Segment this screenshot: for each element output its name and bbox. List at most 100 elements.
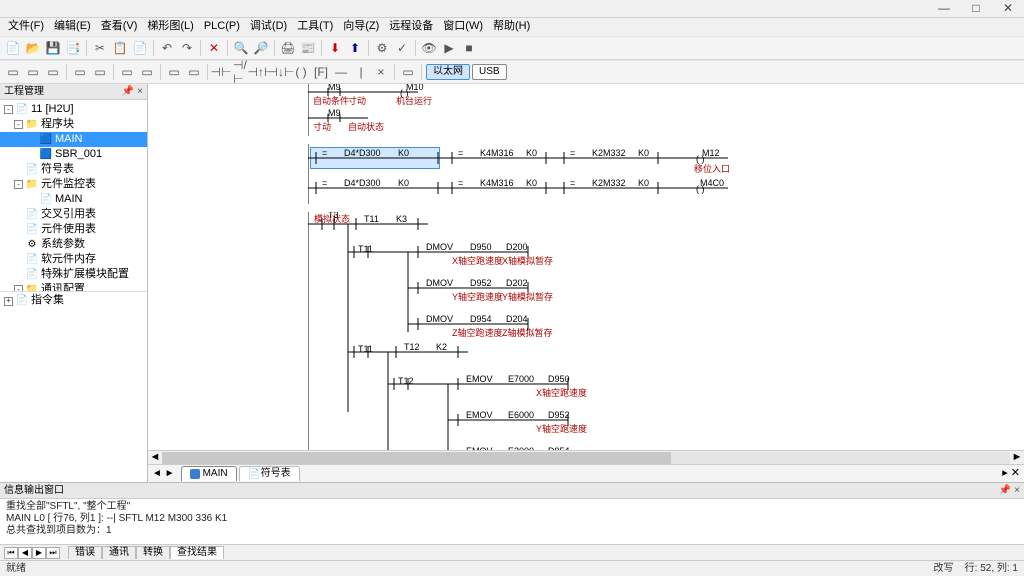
tb2-8[interactable]: ▭ xyxy=(165,63,183,81)
vline-icon[interactable]: | xyxy=(352,63,370,81)
menu-edit[interactable]: 编辑(E) xyxy=(50,19,95,34)
output-pin-icon[interactable]: 📌 xyxy=(999,485,1011,496)
coil-icon[interactable]: ( ) xyxy=(292,63,310,81)
func-icon[interactable]: [F] xyxy=(312,63,330,81)
copy-icon[interactable]: 📋 xyxy=(111,39,129,57)
tree-node[interactable]: 📄特殊扩展模块配置 xyxy=(0,267,147,282)
menu-window[interactable]: 窗口(W) xyxy=(439,19,487,34)
tree-node[interactable]: 📄符号表 xyxy=(0,162,147,177)
tree-node[interactable]: -📁程序块 xyxy=(0,117,147,132)
svg-text:=: = xyxy=(322,148,327,158)
del-icon[interactable]: × xyxy=(372,63,390,81)
tree-node[interactable]: 📄元件使用表 xyxy=(0,222,147,237)
saveall-icon[interactable]: 📑 xyxy=(64,39,82,57)
output-body[interactable]: 重找全部"SFTL", "整个工程"MAIN L0 [ 行76, 列1 ]: -… xyxy=(0,499,1024,544)
undo-icon[interactable]: ↶ xyxy=(158,39,176,57)
tree-node[interactable]: -📁通讯配置 xyxy=(0,282,147,291)
output-panel-header: 信息输出窗口 📌 × xyxy=(0,483,1024,499)
conn-ethernet[interactable]: 以太网 xyxy=(426,64,470,80)
menu-plc[interactable]: PLC(P) xyxy=(200,19,244,34)
tb2-1[interactable]: ▭ xyxy=(4,63,22,81)
project-tree[interactable]: -📄11 [H2U]-📁程序块🟦MAIN🟦SBR_001📄符号表-📁元件监控表📄… xyxy=(0,100,147,291)
menu-view[interactable]: 查看(V) xyxy=(97,19,142,34)
max-button[interactable]: □ xyxy=(964,2,988,16)
zoom-icon[interactable]: 🔎 xyxy=(252,39,270,57)
menu-help[interactable]: 帮助(H) xyxy=(489,19,534,34)
tb2-4[interactable]: ▭ xyxy=(71,63,89,81)
instruction-tree[interactable]: +📄指令集 xyxy=(0,291,147,483)
upload-icon[interactable]: ⬆ xyxy=(346,39,364,57)
menu-file[interactable]: 文件(F) xyxy=(4,19,48,34)
output-tab-find[interactable]: 查找结果 xyxy=(170,546,224,559)
horizontal-scrollbar[interactable]: ◄ ► xyxy=(148,450,1024,464)
monitor-icon[interactable]: 👁 xyxy=(420,39,438,57)
menu-ladder[interactable]: 梯形图(L) xyxy=(143,19,197,34)
menu-debug[interactable]: 调试(D) xyxy=(246,19,291,34)
output-tab-comm[interactable]: 通讯 xyxy=(102,546,136,559)
output-nav-controls[interactable]: ⏮◀▶⏭ xyxy=(4,547,60,559)
compile-icon[interactable]: ⚙ xyxy=(373,39,391,57)
tab-close-icon[interactable]: ▸ ✕ xyxy=(1002,467,1020,480)
print-icon[interactable]: 🖨 xyxy=(279,39,297,57)
download-icon[interactable]: ⬇ xyxy=(326,39,344,57)
tree-node[interactable]: -📁元件监控表 xyxy=(0,177,147,192)
tree-node[interactable]: ⚙系统参数 xyxy=(0,237,147,252)
tb2-6[interactable]: ▭ xyxy=(118,63,136,81)
min-button[interactable]: — xyxy=(932,2,956,16)
cut-icon[interactable]: ✂ xyxy=(91,39,109,57)
close-button[interactable]: ✕ xyxy=(996,2,1020,16)
preview-icon[interactable]: 📰 xyxy=(299,39,317,57)
contact-n-icon[interactable]: ⊣↓⊢ xyxy=(272,63,290,81)
save-icon[interactable]: 💾 xyxy=(44,39,62,57)
svg-text:D950: D950 xyxy=(548,374,570,384)
tb2-9[interactable]: ▭ xyxy=(185,63,203,81)
menu-tools[interactable]: 工具(T) xyxy=(293,19,337,34)
svg-text:移位入口: 移位入口 xyxy=(694,163,730,174)
lbl-m9: M9 xyxy=(328,84,341,92)
lbl-auto-cond: 自动条件 xyxy=(313,95,349,106)
lbl-m9b: M9 xyxy=(328,108,341,118)
stop-icon[interactable]: ■ xyxy=(460,39,478,57)
editor-tabs: ◄ ► MAIN 📄符号表 ▸ ✕ xyxy=(148,464,1024,482)
output-tab-convert[interactable]: 转换 xyxy=(136,546,170,559)
output-tab-error[interactable]: 错误 xyxy=(68,546,102,559)
run-icon[interactable]: ▶ xyxy=(440,39,458,57)
tree-node[interactable]: 🟦SBR_001 xyxy=(0,147,147,162)
pin-icon[interactable]: 📌 xyxy=(122,86,134,97)
conn-usb[interactable]: USB xyxy=(472,64,507,80)
tree-node[interactable]: 🟦MAIN xyxy=(0,132,147,147)
tab-main[interactable]: MAIN xyxy=(181,466,237,481)
open-icon[interactable]: 📂 xyxy=(24,39,42,57)
menu-remote[interactable]: 远程设备 xyxy=(385,19,437,34)
svg-text:EMOV: EMOV xyxy=(466,374,493,384)
contact-no-icon[interactable]: ⊣⊢ xyxy=(212,63,230,81)
svg-text:K2: K2 xyxy=(436,342,447,352)
delete-icon[interactable]: ✕ xyxy=(205,39,223,57)
tree-node[interactable]: 📄交叉引用表 xyxy=(0,207,147,222)
extra-icon[interactable]: ▭ xyxy=(399,63,417,81)
svg-text:D952: D952 xyxy=(548,410,570,420)
tb2-2[interactable]: ▭ xyxy=(24,63,42,81)
tb2-5[interactable]: ▭ xyxy=(91,63,109,81)
new-icon[interactable]: 📄 xyxy=(4,39,22,57)
toolbar-primary: 📄 📂 💾 📑 ✂ 📋 📄 ↶ ↷ ✕ 🔍 🔎 🖨 📰 ⬇ ⬆ ⚙ ✓ 👁 ▶ … xyxy=(0,36,1024,60)
find-icon[interactable]: 🔍 xyxy=(232,39,250,57)
panel-close-icon[interactable]: × xyxy=(137,86,143,97)
tree-node[interactable]: +📄指令集 xyxy=(0,294,147,309)
tree-node[interactable]: 📄软元件内存 xyxy=(0,252,147,267)
tb2-3[interactable]: ▭ xyxy=(44,63,62,81)
tree-node[interactable]: -📄11 [H2U] xyxy=(0,102,147,117)
project-panel-title: 工程管理 xyxy=(4,86,44,98)
hline-icon[interactable]: — xyxy=(332,63,350,81)
tab-symbol[interactable]: 📄符号表 xyxy=(239,466,300,481)
menu-wizard[interactable]: 向导(Z) xyxy=(339,19,383,34)
redo-icon[interactable]: ↷ xyxy=(178,39,196,57)
ladder-canvas[interactable]: M9 M10 ( ) 自动条件 寸动 机台运行 M9 寸动 自动状态 =D4*D… xyxy=(148,84,1024,450)
verify-icon[interactable]: ✓ xyxy=(393,39,411,57)
tree-node[interactable]: 📄MAIN xyxy=(0,192,147,207)
paste-icon[interactable]: 📄 xyxy=(131,39,149,57)
output-close-icon[interactable]: × xyxy=(1014,485,1020,496)
editor-area: M9 M10 ( ) 自动条件 寸动 机台运行 M9 寸动 自动状态 =D4*D… xyxy=(148,84,1024,482)
tb2-7[interactable]: ▭ xyxy=(138,63,156,81)
svg-text:=: = xyxy=(458,148,463,158)
